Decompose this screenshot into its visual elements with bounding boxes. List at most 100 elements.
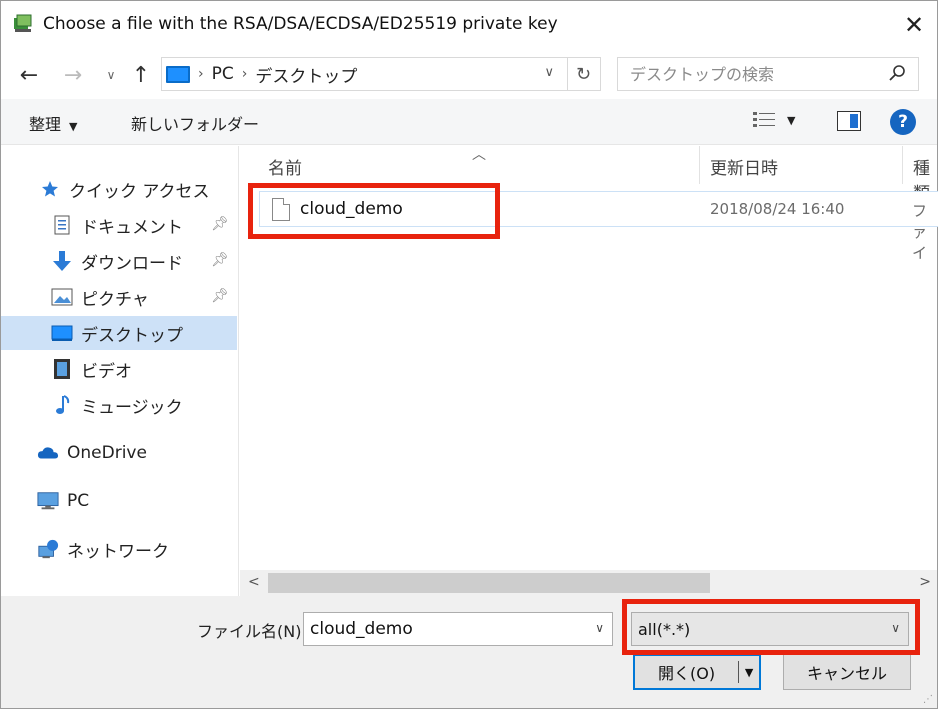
help-button[interactable]: ? xyxy=(890,109,916,135)
file-modified: 2018/08/24 16:40 xyxy=(710,200,845,218)
window-title: Choose a file with the RSA/DSA/ECDSA/ED2… xyxy=(43,14,558,34)
chevron-right-icon: › xyxy=(241,66,248,82)
breadcrumb-desktop[interactable]: デスクトップ xyxy=(255,62,357,87)
organize-label: 整理 xyxy=(29,115,62,134)
sidebar-item-label: ビデオ xyxy=(81,361,132,382)
star-icon xyxy=(39,178,61,200)
filename-input[interactable] xyxy=(310,619,580,639)
horizontal-scrollbar[interactable]: < > xyxy=(240,570,937,596)
file-row-cloud-demo[interactable]: cloud_demo 2018/08/24 16:40 ファイ xyxy=(259,191,938,262)
sidebar-item-documents[interactable]: ドキュメント 📌︎ xyxy=(51,208,235,242)
chevron-down-icon[interactable]: ∨ xyxy=(595,621,604,635)
sidebar-item-label: クイック アクセス xyxy=(69,181,210,202)
back-button[interactable]: ← xyxy=(15,61,43,89)
address-row: ← → ∨ ↑ › PC › デスクトップ ∨ ↻ xyxy=(1,53,937,95)
desktop-icon xyxy=(51,322,73,344)
sidebar-item-quick-access[interactable]: クイック アクセス xyxy=(39,172,235,206)
sidebar-item-downloads[interactable]: ダウンロード 📌︎ xyxy=(51,244,235,278)
network-icon xyxy=(37,538,59,560)
file-list-pane: ︿ 名前 更新日時 種類 cloud_demo 2018/08/24 16:40… xyxy=(240,146,938,596)
caret-down-icon[interactable]: ▼ xyxy=(739,666,759,679)
organize-button[interactable]: 整理 ▼ xyxy=(29,111,77,135)
up-button[interactable]: ↑ xyxy=(127,61,155,89)
scroll-left-icon[interactable]: < xyxy=(248,574,260,590)
file-icon xyxy=(272,198,290,221)
caret-down-icon: ▼ xyxy=(69,120,78,133)
sidebar-item-desktop[interactable]: デスクトップ xyxy=(1,316,237,350)
sidebar-item-label: ダウンロード xyxy=(81,253,183,274)
pin-icon: 📌︎ xyxy=(211,216,229,232)
sort-ascending-icon: ︿ xyxy=(472,147,486,163)
change-view-button[interactable]: ▼ xyxy=(753,111,795,129)
caret-down-icon: ▼ xyxy=(787,113,796,127)
address-bar[interactable]: › PC › デスクトップ ∨ xyxy=(161,57,601,91)
recent-locations-button[interactable]: ∨ xyxy=(97,61,125,89)
arrow-left-icon: ← xyxy=(19,62,39,88)
cancel-button[interactable]: キャンセル xyxy=(783,654,911,690)
chevron-down-icon: ∨ xyxy=(891,621,900,635)
filename-label: ファイル名(N): xyxy=(197,622,307,641)
title-bar: Choose a file with the RSA/DSA/ECDSA/ED2… xyxy=(1,1,937,51)
forward-button[interactable]: → xyxy=(59,61,87,89)
sidebar-item-pictures[interactable]: ピクチャ 📌︎ xyxy=(51,280,235,314)
video-icon xyxy=(51,358,73,380)
chevron-down-icon: ∨ xyxy=(106,68,116,82)
download-icon xyxy=(51,250,73,272)
scrollbar-thumb[interactable] xyxy=(268,573,710,593)
music-icon xyxy=(51,394,73,416)
sidebar-item-label: PC xyxy=(67,491,90,511)
sidebar-item-label: ネットワーク xyxy=(67,541,169,562)
column-name[interactable]: 名前 xyxy=(268,154,302,179)
file-type: ファイ xyxy=(912,202,928,262)
resize-grip-icon[interactable]: ⋰ xyxy=(923,694,933,705)
file-open-dialog: Choose a file with the RSA/DSA/ECDSA/ED2… xyxy=(0,0,938,709)
close-button[interactable]: ✕ xyxy=(891,1,937,49)
preview-pane-icon[interactable] xyxy=(837,111,861,131)
sidebar-item-onedrive[interactable]: OneDrive xyxy=(37,436,235,470)
cloud-icon xyxy=(37,442,59,464)
pin-icon: 📌︎ xyxy=(211,252,229,268)
navigation-pane: クイック アクセス ドキュメント 📌︎ ダウンロード 📌︎ ピクチャ 📌︎ デス… xyxy=(1,146,239,596)
column-header: ︿ 名前 更新日時 種類 xyxy=(240,146,937,204)
file-name: cloud_demo xyxy=(300,199,403,219)
column-divider[interactable] xyxy=(699,146,700,184)
sidebar-item-label: ミュージック xyxy=(81,397,183,418)
file-name-panel: ファイル名(N): ∨ all(*.*) ∨ 開く(O) ▼ キャンセル ⋰ xyxy=(1,596,937,708)
column-modified[interactable]: 更新日時 xyxy=(710,154,778,179)
sidebar-item-label: ドキュメント xyxy=(81,217,183,238)
details-view-icon xyxy=(753,112,775,127)
search-input[interactable] xyxy=(630,64,870,84)
sidebar-item-network[interactable]: ネットワーク xyxy=(37,532,235,566)
sidebar-item-label: OneDrive xyxy=(67,443,147,463)
picture-icon xyxy=(51,286,73,308)
pin-icon: 📌︎ xyxy=(211,288,229,304)
address-dropdown-icon[interactable]: ∨ xyxy=(544,65,554,80)
open-button[interactable]: 開く(O) ▼ xyxy=(633,654,761,690)
new-folder-button[interactable]: 新しいフォルダー xyxy=(131,111,259,135)
app-icon xyxy=(14,14,32,32)
search-box[interactable] xyxy=(617,57,919,91)
arrow-up-icon: ↑ xyxy=(131,62,151,88)
arrow-right-icon: → xyxy=(63,62,83,88)
sidebar-item-videos[interactable]: ビデオ xyxy=(51,352,235,386)
file-type-filter-value: all(*.*) xyxy=(638,619,691,639)
refresh-button[interactable]: ↻ xyxy=(567,57,599,91)
close-icon: ✕ xyxy=(903,11,925,39)
file-type-filter[interactable]: all(*.*) ∨ xyxy=(631,612,909,646)
computer-icon xyxy=(37,490,59,512)
scroll-right-icon[interactable]: > xyxy=(919,574,931,590)
search-icon xyxy=(889,65,905,81)
breadcrumb-pc[interactable]: PC xyxy=(212,64,234,84)
chevron-right-icon: › xyxy=(198,66,204,82)
command-bar: 整理 ▼ 新しいフォルダー ▼ ? xyxy=(1,99,937,145)
sidebar-item-label: ピクチャ xyxy=(81,289,149,310)
refresh-icon: ↻ xyxy=(575,63,592,85)
open-button-label: 開く(O) xyxy=(658,664,716,683)
document-icon xyxy=(51,214,73,236)
sidebar-item-label: デスクトップ xyxy=(81,325,183,346)
sidebar-item-pc[interactable]: PC xyxy=(37,484,235,518)
computer-icon xyxy=(166,65,190,83)
filename-combobox[interactable]: ∨ xyxy=(303,612,613,646)
sidebar-item-music[interactable]: ミュージック xyxy=(51,388,235,422)
column-divider[interactable] xyxy=(902,146,903,184)
